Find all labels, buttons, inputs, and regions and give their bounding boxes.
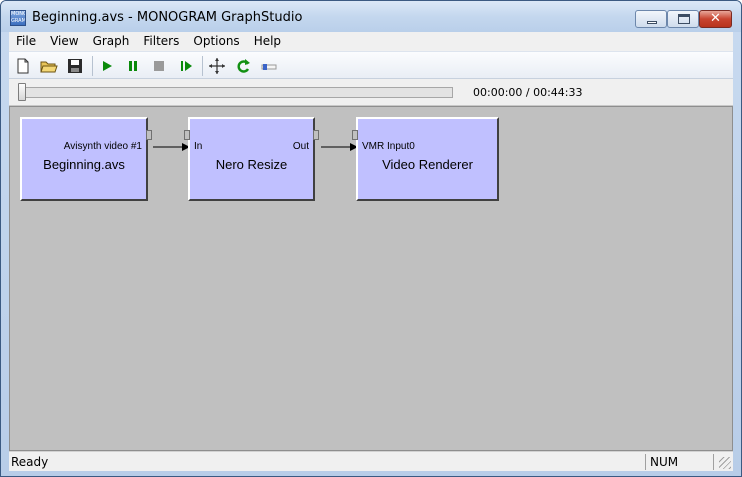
filter-nero-resize[interactable]: In Out Nero Resize (188, 117, 315, 201)
seek-thumb[interactable] (18, 83, 26, 101)
resize-grip[interactable] (719, 457, 731, 469)
input-pin-label: VMR Input0 (362, 141, 415, 152)
menu-options[interactable]: Options (186, 32, 246, 51)
open-folder-icon[interactable] (39, 56, 59, 76)
pause-icon[interactable] (123, 56, 143, 76)
menu-bar: File View Graph Filters Options Help (9, 32, 733, 51)
seek-track[interactable] (19, 87, 453, 98)
output-pin-label: Out (292, 141, 309, 152)
menu-filters[interactable]: Filters (136, 32, 186, 51)
frame-step-icon[interactable] (176, 56, 196, 76)
window-title: Beginning.avs - MONOGRAM GraphStudio (32, 10, 303, 25)
num-lock-indicator: NUM (650, 455, 679, 469)
slider-icon[interactable] (259, 56, 279, 76)
menu-help[interactable]: Help (247, 32, 288, 51)
filter-video-renderer[interactable]: VMR Input0 Video Renderer (356, 117, 499, 201)
output-pin-label: Avisynth video #1 (63, 141, 142, 152)
stop-icon[interactable] (149, 56, 169, 76)
maximize-button[interactable] (667, 10, 699, 28)
app-window: MONO GRAM Beginning.avs - MONOGRAM Graph… (0, 0, 742, 477)
filter-beginning-avs[interactable]: Avisynth video #1 Beginning.avs (20, 117, 148, 201)
output-pin[interactable] (146, 130, 152, 140)
play-icon[interactable] (97, 56, 117, 76)
filter-name: Video Renderer (382, 157, 473, 172)
time-display: 00:00:00 / 00:44:33 (473, 86, 583, 99)
seek-bar: 00:00:00 / 00:44:33 (9, 79, 733, 106)
app-icon[interactable]: MONO GRAM (10, 10, 26, 26)
maximize-icon (678, 14, 690, 24)
app-icon-label: MONO GRAM (11, 11, 26, 24)
save-disk-icon[interactable] (65, 56, 85, 76)
input-pin[interactable] (184, 130, 190, 140)
status-bar: Ready NUM (9, 451, 733, 471)
graph-canvas[interactable]: Avisynth video #1 Beginning.avs In Out N… (9, 106, 733, 451)
menu-file[interactable]: File (9, 32, 43, 51)
toolbar-separator (202, 56, 203, 76)
status-divider (645, 454, 646, 470)
minimize-button[interactable] (635, 10, 667, 28)
menu-view[interactable]: View (43, 32, 85, 51)
close-icon: ✕ (710, 11, 721, 26)
new-file-icon[interactable] (13, 56, 33, 76)
toolbar (9, 51, 733, 79)
title-bar[interactable]: MONO GRAM Beginning.avs - MONOGRAM Graph… (1, 1, 741, 32)
minimize-icon (647, 21, 657, 24)
refresh-icon[interactable] (233, 56, 253, 76)
status-divider (713, 454, 714, 470)
toolbar-separator (92, 56, 93, 76)
input-pin-label: In (194, 141, 203, 152)
filter-name: Beginning.avs (43, 157, 125, 172)
status-text: Ready (11, 455, 49, 469)
close-button[interactable]: ✕ (699, 10, 732, 28)
menu-graph[interactable]: Graph (86, 32, 137, 51)
output-pin[interactable] (313, 130, 319, 140)
arrange-graph-icon[interactable] (207, 56, 227, 76)
input-pin[interactable] (352, 130, 358, 140)
filter-name: Nero Resize (215, 157, 288, 172)
